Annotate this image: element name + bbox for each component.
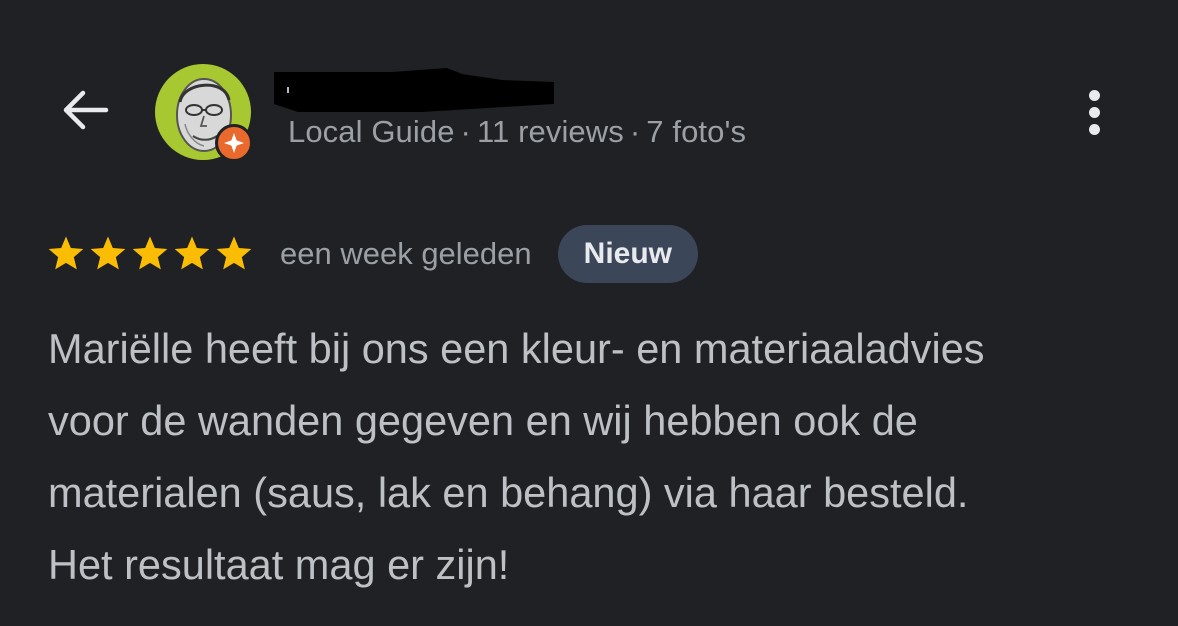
star-rating [46, 234, 254, 274]
star-icon [48, 236, 84, 270]
reviewer-avatar[interactable] [155, 64, 253, 162]
more-vert-icon[interactable] [1072, 82, 1116, 142]
review-date: een week geleden [280, 236, 532, 271]
photo-count: 7 foto's [646, 114, 747, 149]
reviewer-name-redacted [274, 68, 554, 112]
separator: · [460, 114, 471, 149]
reviewer-stats: Local Guide · 11 reviews · 7 foto's [288, 114, 746, 150]
review-screen: Local Guide · 11 reviews · 7 foto's een week… [0, 0, 1178, 626]
review-text: Mariëlle heeft bij ons een kleur- en mat… [48, 325, 985, 588]
separator: · [629, 114, 641, 149]
arrow-left-icon [63, 90, 109, 130]
local-guide-star-icon [215, 124, 253, 162]
dot [1088, 123, 1100, 135]
reviewer-level: Local Guide [288, 114, 455, 149]
new-badge: Nieuw [557, 225, 699, 283]
star-icon [216, 236, 252, 270]
star-icon [90, 236, 126, 270]
star-icon [132, 236, 168, 270]
dot [1088, 106, 1100, 118]
dot [1088, 89, 1100, 101]
star-icon [174, 236, 210, 270]
review-count: 11 reviews [476, 114, 624, 149]
back-button[interactable] [48, 80, 120, 140]
rating-row: een week geleden Nieuw [46, 224, 699, 284]
